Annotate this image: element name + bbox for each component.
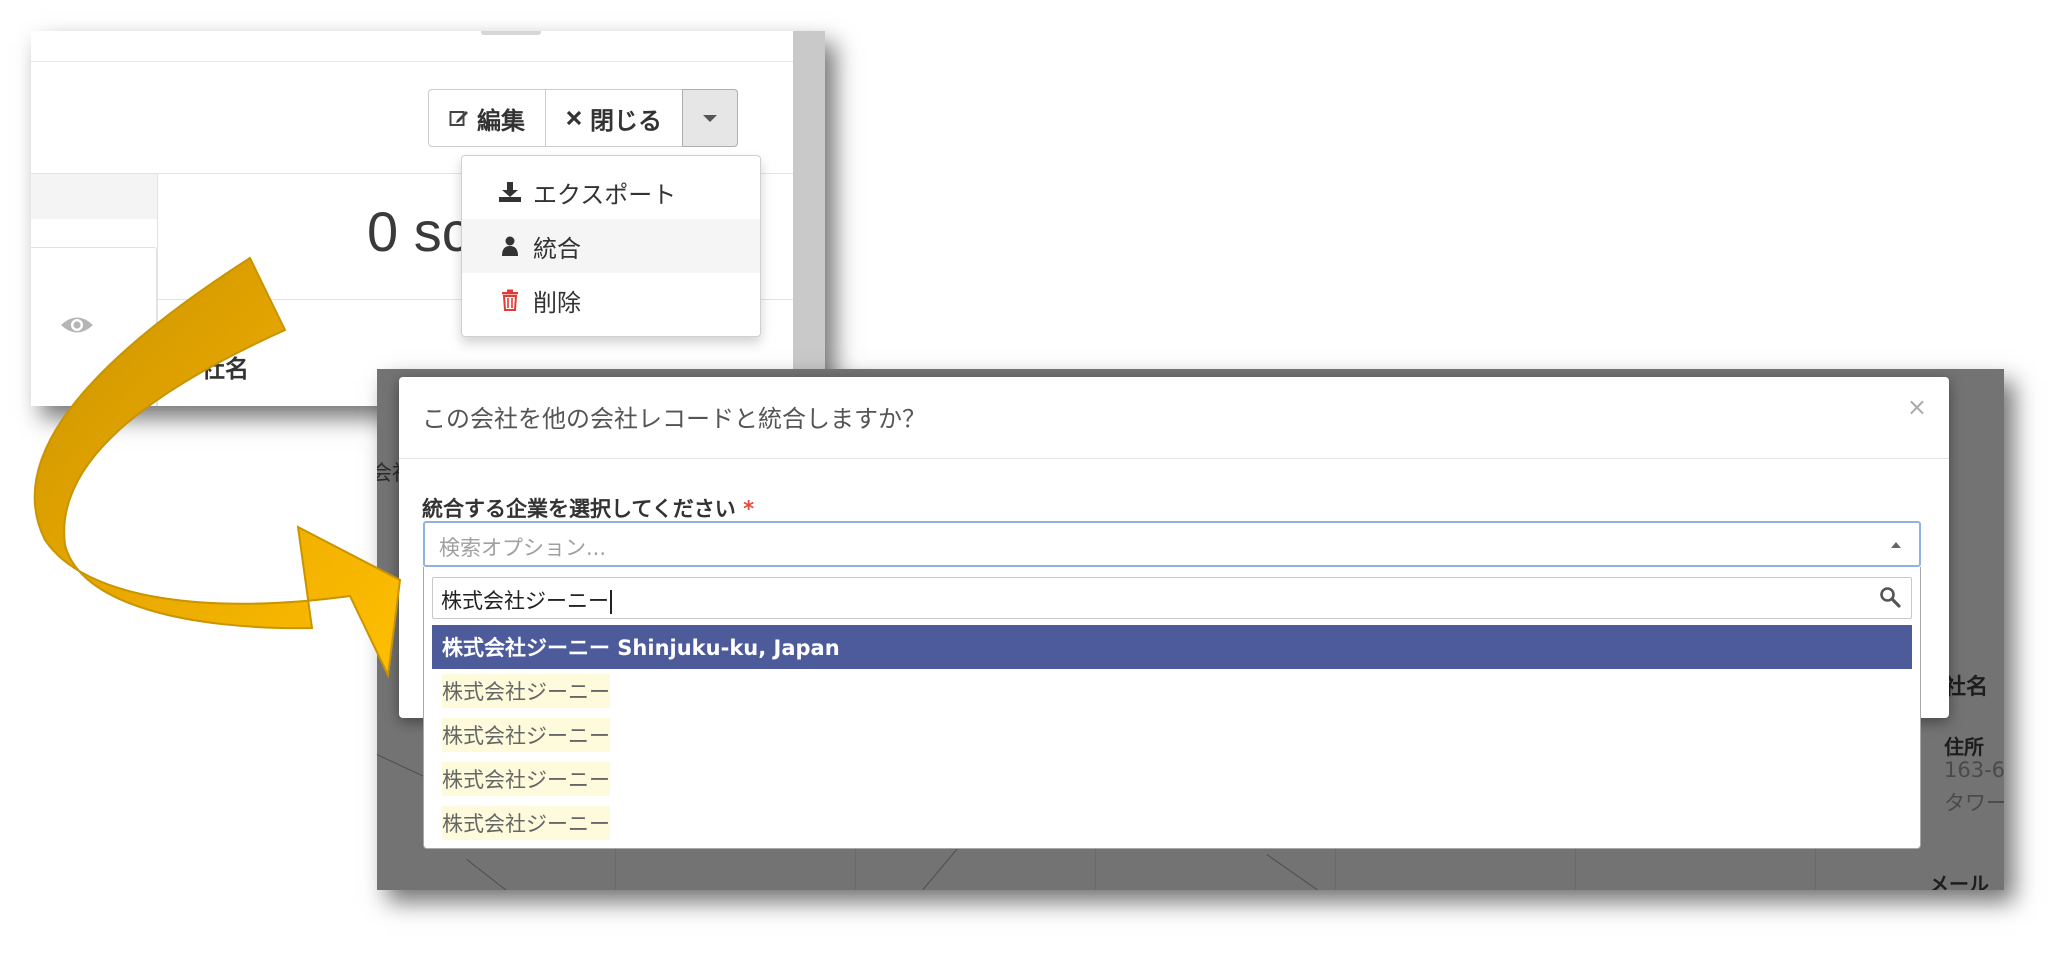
background-text: 社名: [1944, 675, 1989, 700]
required-indicator: *: [743, 497, 755, 521]
caret-up-icon: [1891, 542, 1901, 548]
option-label: 株式会社ジーニー3: [442, 762, 610, 796]
background-text: メール: [1929, 872, 1989, 890]
company-name-label: 社名: [201, 355, 249, 383]
grid-line: [1095, 849, 1096, 890]
chart-line: [466, 859, 523, 890]
download-icon: [497, 181, 523, 203]
close-button-label: 閉じる: [590, 106, 662, 135]
option-label: 株式会社ジーニー1: [442, 674, 610, 708]
eye-icon[interactable]: [59, 314, 95, 336]
divider: [31, 61, 793, 62]
actions-dropdown-menu: エクスポート 統合 削除: [461, 155, 761, 337]
close-icon: [566, 110, 582, 126]
menu-item-label: 削除: [533, 288, 581, 317]
option-item[interactable]: 株式会社ジーニー2: [432, 713, 1912, 757]
close-button[interactable]: 閉じる: [545, 89, 683, 147]
option-label: 株式会社ジーニー2: [442, 718, 610, 752]
company-select-label: 統合する企業を選択してください *: [422, 493, 754, 523]
top-strip: [31, 31, 793, 61]
search-icon: [1880, 587, 1901, 608]
select-placeholder: 検索オプション...: [439, 536, 607, 560]
menu-item-export[interactable]: エクスポート: [462, 165, 760, 219]
menu-item-merge[interactable]: 統合: [462, 219, 760, 273]
modal-title: この会社を他の会社レコードと統合しますか？: [422, 405, 926, 433]
trash-icon: [497, 289, 523, 311]
menu-item-delete[interactable]: 削除: [462, 273, 760, 327]
text-cursor: [610, 590, 612, 614]
option-item[interactable]: 株式会社ジーニー Shinjuku-ku, Japan: [432, 625, 1912, 669]
company-search-input[interactable]: 株式会社ジーニー: [432, 577, 1912, 619]
stat-value: 0 sc: [367, 200, 470, 263]
edit-icon: [449, 108, 469, 128]
search-input-value: 株式会社ジーニー: [441, 585, 612, 615]
grid-line: [615, 849, 616, 890]
menu-item-label: エクスポート: [533, 180, 677, 209]
scrollbar[interactable]: [793, 31, 825, 406]
background-text: タワー 6: [1944, 791, 2004, 815]
option-item[interactable]: 株式会社ジーニー4: [432, 801, 1912, 845]
left-header: [31, 174, 157, 219]
background-text: 163-600: [1944, 758, 2004, 782]
left-column: [31, 174, 158, 406]
merge-dialog-panel: 会社 社名 住所 163-600 タワー 6 メール この会社を他の会社レコード…: [377, 369, 2004, 890]
grid-line: [1335, 849, 1336, 890]
option-label: 株式会社ジーニー4: [442, 806, 610, 840]
company-select[interactable]: 検索オプション...: [423, 521, 1921, 567]
caret-down-icon: [703, 114, 717, 122]
edit-button[interactable]: 編集: [428, 89, 546, 147]
menu-item-label: 統合: [533, 234, 581, 263]
chart-line: [1266, 854, 1325, 890]
modal-close-button[interactable]: ×: [1907, 393, 1927, 421]
chart-line: [922, 844, 962, 890]
grid-line: [1575, 849, 1576, 890]
background-text: 住所: [1944, 735, 1984, 759]
collapse-handle[interactable]: [481, 31, 541, 35]
label-text: 統合する企業を選択してください: [422, 497, 736, 521]
record-toolbar: 編集 閉じる: [428, 89, 738, 147]
edit-button-label: 編集: [477, 106, 525, 135]
grid-line: [855, 849, 856, 890]
option-item[interactable]: 株式会社ジーニー1: [432, 669, 1912, 713]
grid-line: [1815, 849, 1816, 890]
modal-divider: [399, 458, 1949, 459]
company-options-list: 株式会社ジーニー 株式会社ジーニー Shinjuku-ku, Japan 株式会…: [423, 567, 1921, 849]
search-text: 株式会社ジーニー: [441, 589, 609, 613]
more-actions-toggle[interactable]: [682, 89, 738, 147]
user-icon: [497, 236, 523, 256]
option-item[interactable]: 株式会社ジーニー3: [432, 757, 1912, 801]
record-detail-panel: 0 sc 社名 編集 閉じる エクスポート 統合 削除: [31, 31, 825, 406]
